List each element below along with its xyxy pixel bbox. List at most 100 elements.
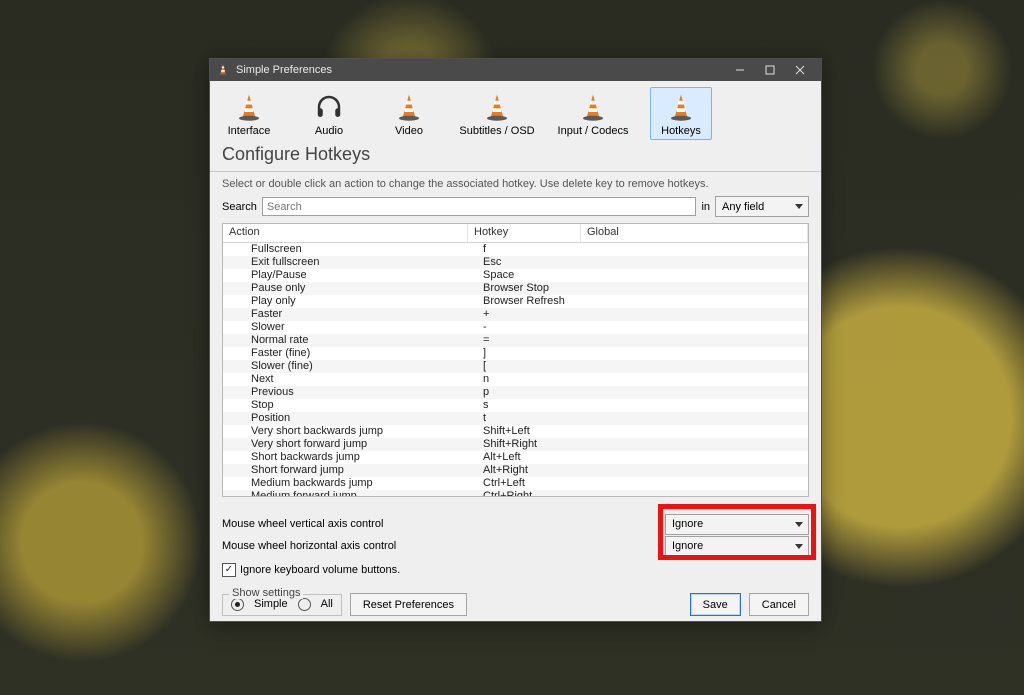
- mouse-wheel-vertical-value: Ignore: [672, 518, 703, 530]
- cell-global: [583, 399, 808, 412]
- cell-action: Fullscreen: [223, 243, 483, 256]
- mouse-wheel-horizontal-value: Ignore: [672, 540, 703, 552]
- table-row[interactable]: Medium backwards jumpCtrl+Left: [223, 477, 808, 490]
- mouse-wheel-horizontal-label: Mouse wheel horizontal axis control: [222, 540, 665, 552]
- category-label: Interface: [228, 125, 271, 137]
- cell-hotkey: Space: [483, 269, 583, 282]
- table-row[interactable]: Previousp: [223, 386, 808, 399]
- cell-global: [583, 451, 808, 464]
- cell-global: [583, 256, 808, 269]
- table-row[interactable]: Very short backwards jumpShift+Left: [223, 425, 808, 438]
- table-row[interactable]: Nextn: [223, 373, 808, 386]
- cell-action: Next: [223, 373, 483, 386]
- cone-icon: [234, 92, 264, 122]
- cell-global: [583, 490, 808, 496]
- cone-icon: [578, 92, 608, 122]
- category-interface[interactable]: Interface: [218, 87, 280, 140]
- category-audio[interactable]: Audio: [298, 87, 360, 140]
- cell-action: Pause only: [223, 282, 483, 295]
- cell-global: [583, 334, 808, 347]
- cell-hotkey: t: [483, 412, 583, 425]
- cell-global: [583, 373, 808, 386]
- table-row[interactable]: Positiont: [223, 412, 808, 425]
- cell-hotkey: -: [483, 321, 583, 334]
- table-row[interactable]: Fullscreenf: [223, 243, 808, 256]
- table-row[interactable]: Normal rate=: [223, 334, 808, 347]
- cell-global: [583, 412, 808, 425]
- search-input[interactable]: [262, 197, 697, 216]
- cell-hotkey: s: [483, 399, 583, 412]
- category-label: Hotkeys: [661, 125, 701, 137]
- table-header: Action Hotkey Global: [223, 224, 808, 243]
- cell-hotkey: Shift+Right: [483, 438, 583, 451]
- desktop-background: Simple Preferences Interface Audio: [0, 0, 1024, 695]
- mouse-wheel-vertical-dropdown[interactable]: Ignore: [665, 514, 809, 535]
- ignore-keyboard-volume-checkbox[interactable]: [222, 563, 236, 577]
- cell-action: Normal rate: [223, 334, 483, 347]
- headphones-icon: [314, 92, 344, 122]
- cell-global: [583, 360, 808, 373]
- cell-hotkey: f: [483, 243, 583, 256]
- maximize-button[interactable]: [755, 59, 785, 81]
- category-subtitles-osd[interactable]: Subtitles / OSD: [458, 87, 536, 140]
- show-settings-legend: Show settings: [229, 587, 303, 599]
- table-row[interactable]: Very short forward jumpShift+Right: [223, 438, 808, 451]
- table-row[interactable]: Short backwards jumpAlt+Left: [223, 451, 808, 464]
- show-settings-all-radio[interactable]: [298, 598, 311, 611]
- ignore-keyboard-volume-label: Ignore keyboard volume buttons.: [240, 564, 400, 576]
- cancel-button[interactable]: Cancel: [749, 593, 809, 616]
- search-field-dropdown[interactable]: Any field: [715, 196, 809, 217]
- cone-icon: [666, 92, 696, 122]
- minimize-button[interactable]: [725, 59, 755, 81]
- cell-global: [583, 438, 808, 451]
- table-row[interactable]: Short forward jumpAlt+Right: [223, 464, 808, 477]
- search-field-value: Any field: [722, 201, 764, 213]
- cell-action: Play/Pause: [223, 269, 483, 282]
- table-row[interactable]: Slower (fine)[: [223, 360, 808, 373]
- col-action[interactable]: Action: [223, 224, 468, 242]
- window-title: Simple Preferences: [236, 64, 332, 76]
- col-hotkey[interactable]: Hotkey: [468, 224, 581, 242]
- category-video[interactable]: Video: [378, 87, 440, 140]
- close-button[interactable]: [785, 59, 815, 81]
- cell-global: [583, 464, 808, 477]
- cell-action: Slower: [223, 321, 483, 334]
- cell-hotkey: Esc: [483, 256, 583, 269]
- cell-global: [583, 295, 808, 308]
- category-label: Audio: [315, 125, 343, 137]
- cell-hotkey: Alt+Right: [483, 464, 583, 477]
- cell-hotkey: Ctrl+Left: [483, 477, 583, 490]
- table-row[interactable]: Stops: [223, 399, 808, 412]
- table-body[interactable]: FullscreenfExit fullscreenEscPlay/PauseS…: [223, 243, 808, 496]
- cone-icon: [482, 92, 512, 122]
- table-row[interactable]: Pause onlyBrowser Stop: [223, 282, 808, 295]
- cell-hotkey: Browser Refresh: [483, 295, 583, 308]
- cell-action: Short backwards jump: [223, 451, 483, 464]
- cell-action: Very short forward jump: [223, 438, 483, 451]
- table-row[interactable]: Exit fullscreenEsc: [223, 256, 808, 269]
- show-settings-simple-label: Simple: [254, 598, 288, 610]
- show-settings-simple-radio[interactable]: [231, 598, 244, 611]
- cell-hotkey: Alt+Left: [483, 451, 583, 464]
- col-global[interactable]: Global: [581, 224, 808, 242]
- save-button[interactable]: Save: [690, 593, 741, 616]
- table-row[interactable]: Slower-: [223, 321, 808, 334]
- category-input-codecs[interactable]: Input / Codecs: [554, 87, 632, 140]
- mouse-wheel-horizontal-dropdown[interactable]: Ignore: [665, 536, 809, 557]
- show-settings-group: Show settings Simple All: [222, 594, 342, 616]
- cell-action: Play only: [223, 295, 483, 308]
- cell-action: Medium forward jump: [223, 490, 483, 496]
- cell-global: [583, 269, 808, 282]
- category-hotkeys[interactable]: Hotkeys: [650, 87, 712, 140]
- titlebar[interactable]: Simple Preferences: [210, 59, 821, 81]
- table-row[interactable]: Faster (fine)]: [223, 347, 808, 360]
- table-row[interactable]: Faster+: [223, 308, 808, 321]
- cell-action: Exit fullscreen: [223, 256, 483, 269]
- cell-hotkey: Ctrl+Right: [483, 490, 583, 496]
- cell-hotkey: n: [483, 373, 583, 386]
- table-row[interactable]: Play onlyBrowser Refresh: [223, 295, 808, 308]
- table-row[interactable]: Play/PauseSpace: [223, 269, 808, 282]
- mouse-wheel-vertical-label: Mouse wheel vertical axis control: [222, 518, 665, 530]
- table-row[interactable]: Medium forward jumpCtrl+Right: [223, 490, 808, 496]
- reset-preferences-button[interactable]: Reset Preferences: [350, 593, 467, 616]
